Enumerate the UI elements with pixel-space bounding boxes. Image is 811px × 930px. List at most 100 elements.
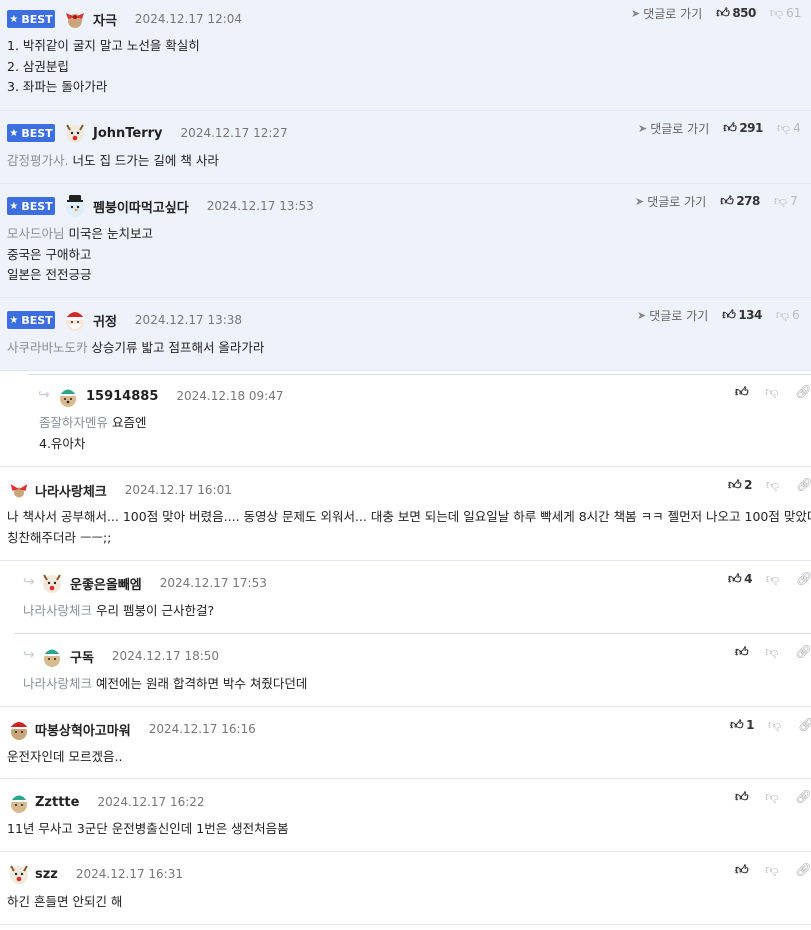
mention-tag[interactable]: 나라사랑체크 <box>23 603 92 618</box>
go-to-comment-link[interactable]: ➤ 댓글로 가기 <box>631 5 702 22</box>
reply-arrow-icon: ↪ <box>38 387 50 403</box>
snowman-icon[interactable] <box>63 194 87 218</box>
thumbs-up-icon: 👍︎ <box>728 571 742 587</box>
thumbs-up-icon: 👍︎ <box>730 717 744 733</box>
reply-divider <box>28 374 811 375</box>
upvote-button[interactable]: 👍︎ <box>735 790 751 805</box>
upvote-button[interactable]: 👍︎ 850 <box>716 6 756 21</box>
comment-author[interactable]: szz <box>35 867 58 882</box>
thumbs-down-icon: 👎︎ <box>765 384 779 400</box>
downvote-button[interactable]: 👎︎ <box>765 790 781 805</box>
link-icon[interactable]: 🔗︎ <box>796 478 811 493</box>
upvote-button[interactable]: 👍︎ <box>735 385 751 400</box>
comment-author[interactable]: JohnTerry <box>93 126 163 141</box>
downvote-button[interactable]: 👎︎ <box>768 718 784 733</box>
comment-item: ★ BEST 펨붕이따먹고싶다 2024.12.17 13:53 모사드아님 미국은… <box>0 184 811 298</box>
go-to-comment-link[interactable]: ➤ 댓글로 가기 <box>635 193 706 210</box>
thumbs-up-icon: 👍︎ <box>735 789 749 805</box>
comment-date: 2024.12.17 16:16 <box>148 722 256 736</box>
comment-item: Zzttte 2024.12.17 16:22 11년 무사고 3군단 운전병출… <box>0 779 811 852</box>
thumbs-down-icon: 👎︎ <box>775 307 790 323</box>
comment-author[interactable]: 운좋은올빼엠 <box>70 574 142 593</box>
santa-icon[interactable] <box>63 308 87 332</box>
thumbs-up-icon: 👍︎ <box>722 307 736 323</box>
dog-beanie-icon[interactable] <box>56 384 80 408</box>
downvote-button[interactable]: 👎︎ <box>766 572 782 587</box>
paper-plane-icon: ➤ <box>637 308 647 322</box>
upvote-button[interactable]: 👍︎ <box>735 863 751 878</box>
mention-tag[interactable]: 모사드아님 <box>7 226 65 241</box>
upvote-button[interactable]: 👍︎ 291 <box>723 121 763 136</box>
comment-item: 따봉상혁아고마워 2024.12.17 16:16 운전자인데 모르겠음.. 👍… <box>0 707 811 779</box>
go-to-comment-link[interactable]: ➤ 댓글로 가기 <box>637 307 708 324</box>
comment-date: 2024.12.17 16:22 <box>97 795 205 809</box>
thumbs-down-icon: 👎︎ <box>765 862 779 878</box>
mention-tag[interactable]: 좀잘하자멘유 <box>39 415 108 430</box>
comment-author[interactable]: 따봉상혁아고마워 <box>35 720 131 739</box>
link-icon[interactable]: 🔗︎ <box>795 385 811 400</box>
downvote-button[interactable]: 👎︎ 61 <box>770 6 801 21</box>
reindeer-icon[interactable] <box>7 862 31 886</box>
santa-dog-icon[interactable] <box>7 717 31 741</box>
comment-date: 2024.12.17 16:31 <box>75 867 183 881</box>
link-icon[interactable]: 🔗︎ <box>795 645 811 660</box>
link-icon[interactable]: 🔗︎ <box>798 718 811 733</box>
comment-author[interactable]: 15914885 <box>86 389 158 404</box>
comment-author[interactable]: 구독 <box>70 647 94 666</box>
dog-beanie-icon[interactable] <box>7 790 31 814</box>
bow-icon[interactable] <box>63 7 87 31</box>
mention-tag[interactable]: 사쿠라바노도카 <box>7 340 88 355</box>
reply-arrow-icon: ↪ <box>23 574 35 590</box>
comment-date: 2024.12.18 09:47 <box>176 389 284 403</box>
downvote-button[interactable]: 👎︎ <box>765 863 781 878</box>
comment-body: 감정평가사. 너도 집 드가는 길에 책 사라 <box>7 153 219 168</box>
best-badge: ★ BEST <box>7 10 55 28</box>
comment-author[interactable]: Zzttte <box>35 795 79 810</box>
upvote-button[interactable]: 👍︎ <box>735 645 751 660</box>
go-to-comment-link[interactable]: ➤ 댓글로 가기 <box>638 120 709 137</box>
star-icon: ★ <box>9 127 19 139</box>
comment-body: 1. 박쥐같이 굴지 말고 노선을 확실히 2. 삼권분립 3. 좌파는 돌아가… <box>7 38 200 94</box>
downvote-button[interactable]: 👎︎ 6 <box>776 308 800 323</box>
comment-date: 2024.12.17 13:53 <box>206 199 314 213</box>
reindeer-icon[interactable] <box>40 571 64 595</box>
link-icon[interactable]: 🔗︎ <box>795 863 811 878</box>
mention-tag[interactable]: 감정평가사. <box>7 153 68 168</box>
downvote-button[interactable]: 👎︎ 7 <box>774 194 798 209</box>
thumbs-up-icon: 👍︎ <box>735 862 749 878</box>
comment-item: ★ BEST JohnTerry 2024.12.17 12:27 감정평가사. 너… <box>0 111 811 184</box>
comment-author[interactable]: 귀정 <box>93 311 117 330</box>
downvote-button[interactable]: 👎︎ <box>765 385 781 400</box>
thumbs-down-icon: 👎︎ <box>767 717 782 733</box>
upvote-button[interactable]: 👍︎ 278 <box>720 194 760 209</box>
comment-author[interactable]: 펨붕이따먹고싶다 <box>93 197 189 216</box>
thumbs-down-icon: 👎︎ <box>765 477 780 493</box>
comment-author[interactable]: 자극 <box>93 10 117 29</box>
comment-body: 운전자인데 모르겠음.. <box>7 749 123 764</box>
upvote-button[interactable]: 👍︎ 134 <box>722 308 762 323</box>
mention-tag[interactable]: 나라사랑체크 <box>23 676 92 691</box>
thumbs-down-icon: 👎︎ <box>765 571 780 587</box>
upvote-button[interactable]: 👍︎ 2 <box>728 478 752 493</box>
best-badge: ★ BEST <box>7 124 55 142</box>
comment-date: 2024.12.17 17:53 <box>159 576 267 590</box>
link-icon[interactable]: 🔗︎ <box>796 572 811 587</box>
comment-date: 2024.12.17 18:50 <box>111 649 220 663</box>
comment-date: 2024.12.17 12:04 <box>134 12 243 26</box>
downvote-button[interactable]: 👎︎ <box>766 478 782 493</box>
downvote-button[interactable]: 👎︎ 4 <box>777 121 801 136</box>
link-icon[interactable]: 🔗︎ <box>795 790 811 805</box>
thumbs-up-icon: 👍︎ <box>716 5 730 21</box>
bow-icon[interactable] <box>9 480 29 500</box>
comment-author[interactable]: 나라사랑체크 <box>35 481 107 500</box>
dog-beanie-icon[interactable] <box>40 644 64 668</box>
downvote-button[interactable]: 👎︎ <box>765 645 781 660</box>
upvote-button[interactable]: 👍︎ 4 <box>728 572 752 587</box>
thumbs-down-icon: 👎︎ <box>773 193 788 209</box>
upvote-button[interactable]: 👍︎ 1 <box>730 718 754 733</box>
thumbs-down-icon: 👎︎ <box>765 789 779 805</box>
comment-item: 나라사랑체크 2024.12.17 16:01 나 책사서 공부해서... 10… <box>0 467 811 561</box>
star-icon: ★ <box>9 314 19 326</box>
reindeer-icon[interactable] <box>63 121 87 145</box>
thumbs-up-icon: 👍︎ <box>735 644 749 660</box>
